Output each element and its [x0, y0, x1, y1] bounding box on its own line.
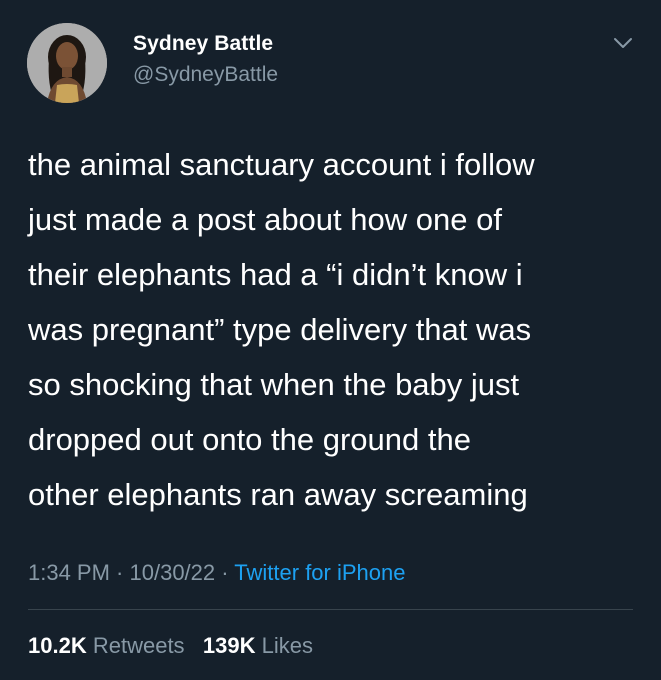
tweet-text-line: just made a post about how one of	[28, 202, 502, 237]
retweets-label: Retweets	[92, 633, 185, 658]
tweet-stats: 10.2K Retweets 139K Likes	[28, 633, 313, 659]
tweet-text-line: so shocking that when the baby just	[28, 367, 520, 402]
tweet-time[interactable]: 1:34 PM	[28, 560, 110, 585]
tweet-text: the animal sanctuary account i follow ju…	[28, 137, 648, 522]
chevron-down-icon[interactable]	[612, 35, 634, 51]
tweet-text-line: their elephants had a “i didn’t know i	[28, 257, 523, 292]
tweet-text-line: was pregnant” type delivery that was	[28, 312, 532, 347]
display-name[interactable]: Sydney Battle	[133, 32, 273, 56]
tweet-card: Sydney Battle @SydneyBattle the animal s…	[0, 0, 661, 680]
tweet-text-line: other elephants ran away screaming	[28, 477, 528, 512]
tweet-date[interactable]: 10/30/22	[130, 560, 216, 585]
user-handle[interactable]: @SydneyBattle	[133, 63, 278, 87]
meta-separator: ·	[215, 560, 235, 585]
likes-stat[interactable]: 139K Likes	[203, 633, 313, 658]
divider	[28, 609, 633, 610]
retweets-count: 10.2K	[28, 633, 87, 658]
retweets-stat[interactable]: 10.2K Retweets	[28, 633, 185, 658]
likes-label: Likes	[261, 633, 313, 658]
avatar[interactable]	[27, 23, 107, 103]
tweet-meta: 1:34 PM · 10/30/22 · Twitter for iPhone	[28, 560, 405, 586]
tweet-text-line: dropped out onto the ground the	[28, 422, 471, 457]
likes-count: 139K	[202, 633, 256, 658]
profile-photo-icon	[27, 23, 107, 103]
tweet-source-link[interactable]: Twitter for iPhone	[234, 560, 405, 585]
tweet-text-line: the animal sanctuary account i follow	[28, 147, 535, 182]
meta-separator: ·	[109, 560, 130, 585]
